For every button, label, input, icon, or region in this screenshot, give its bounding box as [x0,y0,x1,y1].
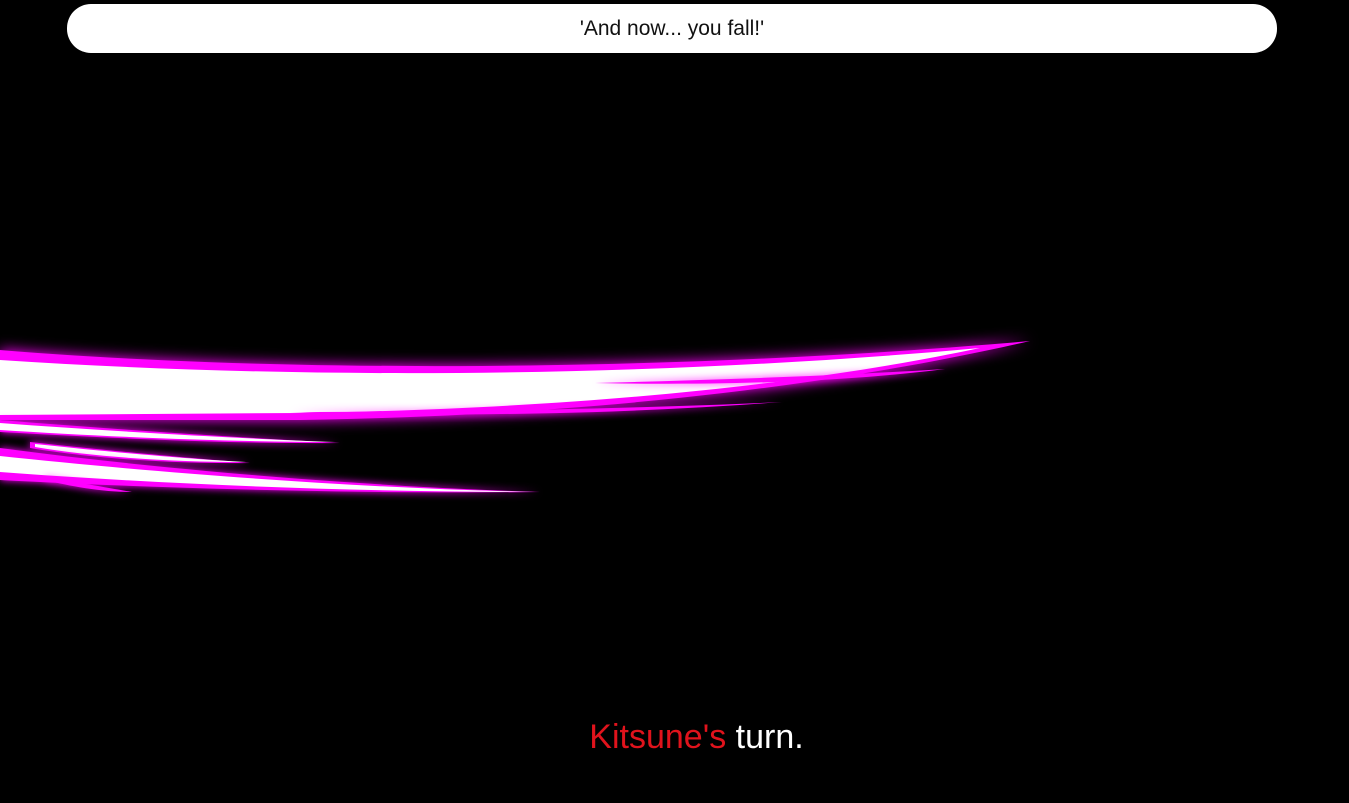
turn-label: turn. [726,718,804,756]
battle-stage: 'And now... you fall!' Kitsune's turn. [0,0,1349,803]
turn-indicator: Kitsune's turn. [0,718,1349,757]
dialogue-text: 'And now... you fall!' [579,16,765,40]
dialogue-box[interactable]: 'And now... you fall!' [67,4,1277,53]
slash-effect-icon [0,341,1030,493]
turn-character-name: Kitsune's [589,718,727,756]
